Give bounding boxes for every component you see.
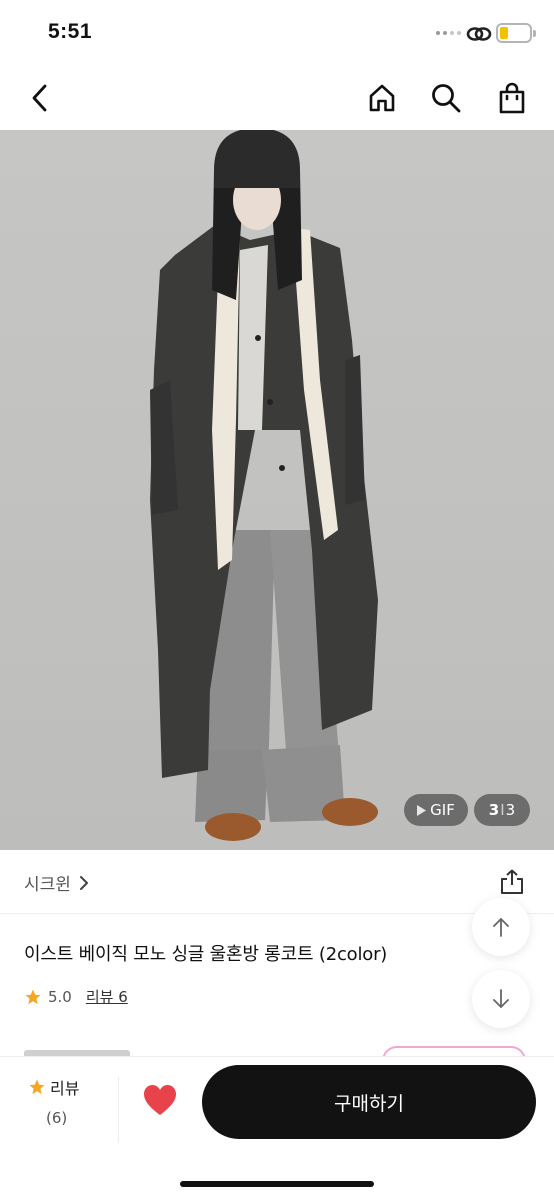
nav-bar [0, 68, 554, 130]
signal-icon [436, 31, 461, 35]
battery-icon [496, 23, 536, 43]
cart-button[interactable] [492, 78, 532, 118]
brand-name: 시크윈 [24, 875, 71, 895]
brand-link[interactable]: 시크윈 [24, 870, 89, 895]
shopping-bag-icon [499, 82, 525, 114]
status-bar: 5:51 [0, 0, 554, 68]
brand-row: 시크윈 [0, 850, 554, 914]
product-title: 이스트 베이직 모노 싱글 울혼방 롱코트 (2color) [24, 944, 388, 965]
home-button[interactable] [362, 78, 402, 118]
heart-icon [144, 1085, 176, 1115]
gif-toggle-button[interactable]: GIF [404, 794, 468, 826]
search-button[interactable] [426, 78, 466, 118]
current-page: 3 [488, 801, 500, 819]
play-icon [417, 804, 427, 816]
review-tab[interactable]: 리뷰 (6) [28, 1075, 98, 1127]
bottom-action-bar: 리뷰 (6) 구매하기 [0, 1056, 554, 1200]
share-button[interactable] [498, 868, 526, 896]
divider [118, 1077, 119, 1143]
buy-button[interactable]: 구매하기 [202, 1065, 536, 1139]
product-photo [0, 130, 554, 850]
page-indicator: 3 I 3 [474, 794, 530, 826]
review-tab-label: 리뷰 [50, 1079, 80, 1098]
link-icon [466, 27, 492, 41]
product-image[interactable]: GIF 3 I 3 [0, 130, 554, 850]
rating-value: 5.0 [48, 987, 72, 1006]
back-button[interactable] [20, 78, 60, 118]
review-count: (6) [46, 1109, 68, 1127]
status-time: 5:51 [48, 20, 93, 43]
star-icon [25, 989, 41, 1004]
page-separator: I [500, 801, 505, 819]
home-icon [369, 84, 395, 112]
rating-row: 5.0 리뷰 6 [24, 986, 128, 1007]
arrow-down-icon [493, 989, 509, 1008]
chevron-right-icon [79, 875, 88, 890]
scroll-down-button[interactable] [472, 970, 530, 1028]
scroll-up-button[interactable] [472, 898, 530, 956]
star-icon [29, 1079, 45, 1095]
review-link[interactable]: 리뷰 6 [86, 986, 128, 1007]
like-button[interactable] [142, 1083, 182, 1123]
search-icon [432, 84, 461, 113]
home-indicator [180, 1181, 374, 1187]
chevron-left-icon [32, 84, 47, 112]
gif-label: GIF [430, 801, 455, 819]
arrow-up-icon [493, 918, 509, 937]
total-pages: 3 [505, 801, 516, 819]
share-icon [501, 869, 523, 894]
